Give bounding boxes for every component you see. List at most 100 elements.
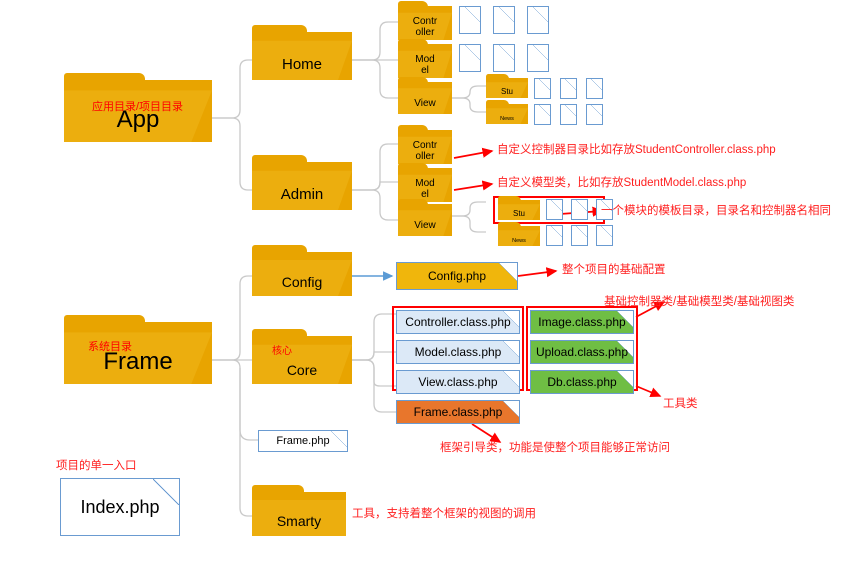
file-icon: [459, 44, 481, 72]
folder-tab: [486, 100, 510, 105]
diagram-canvas: 应用目录/项目目录 App Home Contr oller Mod el Vi…: [0, 0, 863, 571]
folder-admin-view[interactable]: View: [398, 199, 452, 236]
file-frame-class[interactable]: Frame.class.php: [396, 400, 520, 424]
annotation-index-entry: 项目的单一入口: [56, 460, 137, 472]
folder-label: Mod el: [415, 178, 434, 202]
fold-corner: [503, 371, 519, 387]
fold-corner: [499, 7, 514, 22]
folder-label: News: [500, 115, 514, 122]
annotation-admin-view-template: 一个模块的模板目录，目录名和控制器名相同: [601, 205, 831, 217]
file-label: Db.class.php: [547, 375, 617, 389]
folder-tab: [252, 155, 307, 164]
folder-label: Mod el: [415, 54, 434, 78]
fold-corner: [499, 45, 514, 60]
file-icon: [534, 104, 551, 125]
folder-label: Contr oller: [413, 16, 437, 40]
folder-tab: [486, 74, 510, 79]
folder-home-view[interactable]: View: [398, 77, 452, 114]
folder-tab: [398, 1, 428, 7]
folder-frame-note: 系统目录: [88, 341, 132, 353]
folder-label: News: [512, 237, 526, 244]
fold-corner: [551, 226, 562, 237]
fold-corner: [331, 431, 347, 447]
file-label: View.class.php: [418, 375, 498, 389]
file-index-php[interactable]: Index.php: [60, 478, 180, 536]
folder-frame[interactable]: 系统目录 Frame: [64, 315, 212, 384]
folder-label: Stu: [512, 209, 525, 218]
fold-corner: [503, 341, 519, 357]
folder-core[interactable]: 核心 Core: [252, 329, 352, 384]
folder-tab: [64, 315, 146, 324]
file-icon: [493, 6, 515, 34]
fold-corner: [533, 7, 548, 22]
fold-corner: [601, 226, 612, 237]
fold-corner: [565, 105, 576, 116]
file-icon: [493, 44, 515, 72]
file-controller-class[interactable]: Controller.class.php: [396, 310, 520, 334]
folder-tab: [252, 485, 304, 494]
folder-tab: [498, 222, 522, 227]
folder-label: Contr oller: [413, 140, 437, 164]
fold-corner: [591, 105, 602, 116]
file-db-class[interactable]: Db.class.php: [530, 370, 634, 394]
folder-home-view-news[interactable]: News: [486, 100, 528, 124]
label-line2: oller: [415, 151, 435, 162]
file-icon: [527, 44, 549, 72]
fold-corner: [576, 200, 587, 211]
annotation-core-base-classes: 基础控制器类/基础模型类/基础视图类: [604, 296, 795, 308]
file-icon: [571, 225, 588, 246]
folder-home-model[interactable]: Mod el: [398, 39, 452, 78]
file-image-class[interactable]: Image.class.php: [530, 310, 634, 334]
file-label: Upload.class.php: [535, 345, 629, 359]
folder-admin-controller[interactable]: Contr oller: [398, 125, 452, 164]
file-icon: [596, 225, 613, 246]
label-line1: Mod: [415, 54, 435, 65]
file-icon: [527, 6, 549, 34]
folder-home-controller[interactable]: Contr oller: [398, 1, 452, 40]
folder-admin-view-news[interactable]: News: [498, 222, 540, 246]
folder-admin-view-stu[interactable]: Stu: [498, 196, 540, 220]
file-frame-php[interactable]: Frame.php: [258, 430, 348, 452]
fold-corner: [465, 7, 480, 22]
folder-smarty-label: Smarty: [276, 513, 322, 529]
file-icon: [560, 104, 577, 125]
folder-frame-label: Frame: [103, 348, 173, 375]
label-line1: Contr: [412, 140, 438, 151]
file-label: Config.php: [427, 269, 487, 283]
annotation-admin-model: 自定义模型类，比如存放StudentModel.class.php: [497, 177, 747, 189]
file-view-class[interactable]: View.class.php: [396, 370, 520, 394]
file-label: Model.class.php: [414, 345, 502, 359]
file-config-php[interactable]: Config.php: [396, 262, 518, 290]
file-label: Controller.class.php: [405, 315, 511, 329]
fold-corner: [499, 263, 517, 281]
folder-app[interactable]: 应用目录/项目目录 App: [64, 73, 212, 142]
folder-tab: [64, 73, 146, 82]
file-label: Frame.php: [276, 435, 330, 447]
folder-home[interactable]: Home: [252, 25, 352, 80]
file-icon: [586, 104, 603, 125]
file-icon: [571, 199, 588, 220]
folder-admin-model[interactable]: Mod el: [398, 163, 452, 202]
annotation-smarty: 工具，支持着整个框架的视图的调用: [352, 508, 536, 520]
folder-tab: [498, 196, 522, 201]
file-icon: [534, 78, 551, 99]
folder-config[interactable]: Config: [252, 245, 352, 296]
folder-tab: [398, 125, 428, 131]
file-model-class[interactable]: Model.class.php: [396, 340, 520, 364]
fold-corner: [539, 105, 550, 116]
file-icon: [546, 199, 563, 220]
file-icon: [586, 78, 603, 99]
fold-corner: [565, 79, 576, 90]
label-line2: el: [421, 65, 429, 76]
file-upload-class[interactable]: Upload.class.php: [530, 340, 634, 364]
folder-tab: [252, 25, 307, 34]
folder-tab: [252, 329, 307, 338]
fold-corner: [465, 45, 480, 60]
annotation-core-tools: 工具类: [663, 398, 698, 410]
folder-admin[interactable]: Admin: [252, 155, 352, 210]
folder-app-note: 应用目录/项目目录: [92, 101, 184, 113]
fold-corner: [591, 79, 602, 90]
folder-home-view-stu[interactable]: Stu: [486, 74, 528, 98]
label-line1: Contr: [412, 16, 438, 27]
folder-smarty[interactable]: Smarty: [252, 485, 346, 536]
